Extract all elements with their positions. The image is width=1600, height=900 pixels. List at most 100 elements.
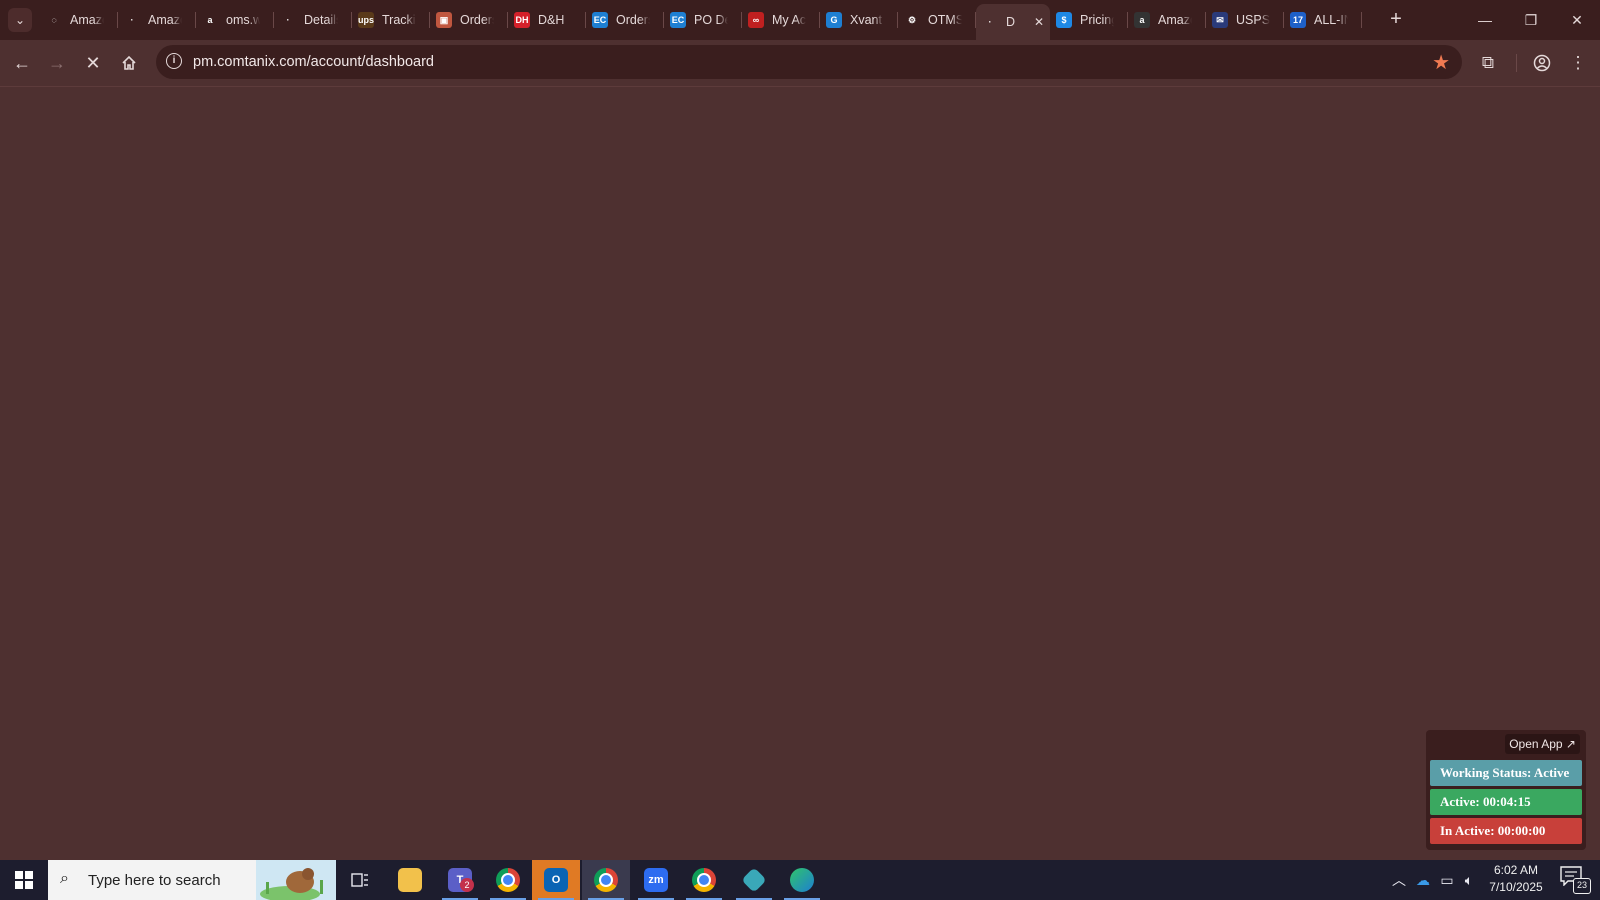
tab-label: Amazon — [1158, 13, 1192, 27]
tab-active[interactable]: · D ✕ — [976, 4, 1050, 40]
toolbar-divider — [1516, 54, 1517, 72]
tab-favicon-icon: · — [124, 12, 140, 28]
tab-label: Amazon — [148, 13, 182, 27]
url-text[interactable]: pm.comtanix.com/account/dashboard — [193, 54, 434, 70]
home-icon — [122, 55, 136, 70]
tab[interactable]: ✉ USPS — [1206, 6, 1284, 34]
tab[interactable]: ∞ My Ac — [742, 6, 820, 34]
back-button[interactable]: ← — [8, 49, 36, 77]
puzzle-icon: ⧉ — [1481, 53, 1495, 72]
tab[interactable]: $ Pricing — [1050, 6, 1128, 34]
taskbar-search[interactable]: ⌕ Type here to search — [48, 860, 336, 900]
system-clock[interactable]: 6:02 AM 7/10/2025 — [1476, 862, 1556, 898]
tab[interactable]: EC Orders — [586, 6, 664, 34]
tab[interactable]: ⚙ OTMS — [898, 6, 976, 34]
restore-button[interactable]: ❐ — [1508, 0, 1554, 40]
tab-favicon-icon: a — [1134, 12, 1150, 28]
tab[interactable]: G Xvant — [820, 6, 898, 34]
windows-taskbar: ⌕ Type here to search T 2 O zm ︿ ☁ ▭ 🔈︎ … — [0, 860, 1600, 900]
tab-label: Amazon — [70, 13, 104, 27]
tab-favicon-icon: ups — [358, 12, 374, 28]
teams-app[interactable]: T 2 — [436, 860, 484, 900]
tab[interactable]: · Amazon — [118, 6, 196, 34]
show-hidden-icons-button[interactable]: ︿ — [1388, 860, 1410, 900]
forward-button[interactable]: → — [43, 49, 71, 77]
notification-center-button[interactable]: 23 — [1560, 866, 1591, 894]
close-icon: ✕ — [85, 52, 101, 73]
open-app-button[interactable]: Open App ↗ — [1505, 734, 1580, 754]
search-icon: ⌕ — [60, 870, 69, 887]
tab[interactable]: ups Tracking — [352, 6, 430, 34]
file-explorer-app[interactable] — [386, 860, 434, 900]
tab-favicon-icon: EC — [592, 12, 608, 28]
zoom-app[interactable]: zm — [632, 860, 680, 900]
outlook-app[interactable]: O — [532, 860, 580, 900]
tab[interactable]: ▣ Orders — [430, 6, 508, 34]
tab[interactable]: DH D&H — [508, 6, 586, 34]
tab-label: My Ac — [772, 13, 806, 27]
plus-icon: + — [1390, 8, 1402, 30]
home-button[interactable] — [115, 49, 143, 77]
tab[interactable]: ◌ Amazon — [40, 6, 118, 34]
chrome-app[interactable] — [484, 860, 532, 900]
clock-time: 6:02 AM — [1493, 863, 1539, 877]
start-button[interactable] — [0, 860, 48, 900]
arrow-right-icon: → — [48, 52, 66, 73]
chrome-second-icon — [692, 868, 716, 892]
tab-label: USPS — [1236, 13, 1270, 27]
chevron-up-icon: ︿ — [1392, 872, 1406, 888]
address-bar[interactable]: i pm.comtanix.com/account/dashboard ★ — [156, 45, 1462, 79]
extensions-button[interactable]: ⧉ — [1474, 49, 1502, 77]
tab[interactable]: EC PO De — [664, 6, 742, 34]
search-highlight-illustration — [256, 860, 336, 900]
chrome-profile-app[interactable] — [582, 860, 630, 900]
tab-label: ALL-IN — [1314, 13, 1348, 27]
tab-label: Tracking — [382, 13, 416, 27]
stop-loading-button[interactable]: ✕ — [79, 49, 107, 77]
chrome-second-profile-app[interactable] — [680, 860, 728, 900]
profile-icon — [1533, 54, 1551, 72]
chevron-down-icon: ⌄ — [14, 13, 26, 27]
search-placeholder: Type here to search — [88, 872, 221, 889]
tab-favicon-icon: EC — [670, 12, 686, 28]
inactive-time-bar: In Active: 00:00:00 — [1430, 818, 1582, 844]
network-icon: ▭ — [1440, 871, 1454, 888]
onedrive-tray[interactable]: ☁ — [1412, 860, 1434, 900]
notification-count: 23 — [1573, 878, 1591, 894]
tab-label: D&H — [538, 13, 565, 27]
arrow-left-icon: ← — [13, 52, 31, 73]
menu-button[interactable]: ⋮ — [1564, 49, 1592, 77]
tab-label: PO De — [694, 13, 728, 27]
active-time-bar: Active: 00:04:15 — [1430, 789, 1582, 815]
tab[interactable]: a oms.w — [196, 6, 274, 34]
windows-logo-icon — [15, 871, 33, 889]
tab[interactable]: a Amazon — [1128, 6, 1206, 34]
tracker-app[interactable] — [730, 860, 778, 900]
tab[interactable]: 17 ALL-IN — [1284, 6, 1362, 34]
task-view-button[interactable] — [336, 860, 384, 900]
tab-favicon-icon: · — [280, 12, 296, 28]
tab-label: Details — [304, 13, 338, 27]
minimize-button[interactable]: — — [1462, 0, 1508, 40]
tab-favicon-icon: a — [202, 12, 218, 28]
close-icon: ✕ — [1571, 11, 1583, 28]
tab[interactable]: · Details — [274, 6, 352, 34]
bookmark-star-icon[interactable]: ★ — [1432, 50, 1450, 75]
restore-icon: ❐ — [1524, 11, 1538, 28]
new-tab-button[interactable]: + — [1384, 8, 1408, 32]
tab-favicon-icon: · — [982, 14, 998, 30]
profile-button[interactable] — [1528, 49, 1556, 77]
minimize-icon: — — [1478, 12, 1492, 28]
tracker-icon — [741, 867, 767, 893]
tab-label: OTMS — [928, 13, 962, 27]
close-window-button[interactable]: ✕ — [1554, 0, 1600, 40]
tab-separator — [1361, 12, 1362, 28]
speaker-icon: 🔈︎ — [1464, 871, 1474, 888]
site-info-icon[interactable]: i — [166, 53, 182, 69]
tab-label: Orders — [616, 13, 650, 27]
tab-close-icon[interactable]: ✕ — [1034, 15, 1044, 29]
edge-app[interactable] — [778, 860, 826, 900]
network-tray[interactable]: ▭ — [1436, 860, 1458, 900]
tab-search-button[interactable]: ⌄ — [8, 8, 32, 32]
cloud-icon: ☁ — [1416, 871, 1430, 888]
